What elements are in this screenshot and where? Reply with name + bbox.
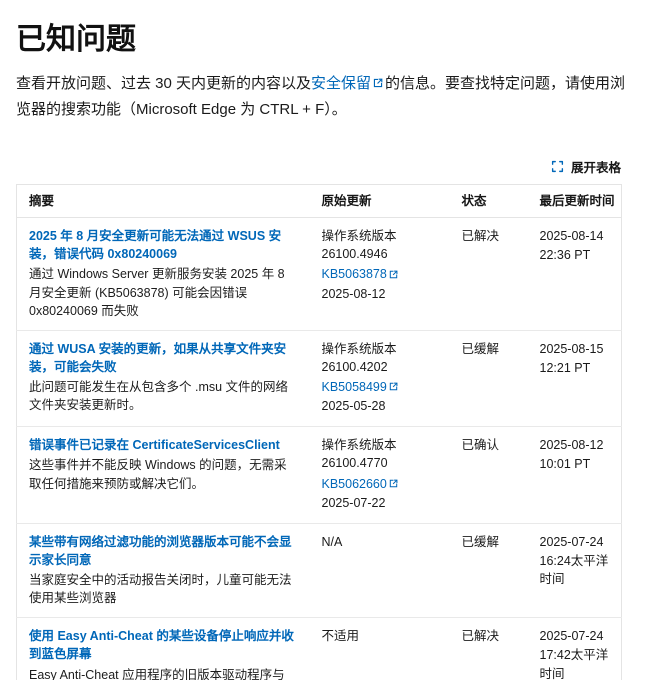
origin-version: 操作系统版本 26100.4770 xyxy=(322,436,438,472)
original-update-cell: N/A xyxy=(310,523,450,618)
updated-time: 22:36 PT xyxy=(540,246,610,264)
origin-date: 2025-07-22 xyxy=(322,494,438,512)
original-update-cell: 不适用 xyxy=(310,618,450,680)
expand-table-button[interactable]: 展开表格 xyxy=(551,155,621,178)
kb-article-link[interactable]: KB5063878 xyxy=(322,267,400,281)
last-updated-cell: 2025-07-2416:24太平洋时间 xyxy=(528,523,622,618)
header-original-update: 原始更新 xyxy=(310,185,450,218)
summary-cell: 2025 年 8 月安全更新可能无法通过 WSUS 安装，错误代码 0x8024… xyxy=(17,218,310,331)
known-issues-table: 摘要 原始更新 状态 最后更新时间 2025 年 8 月安全更新可能无法通过 W… xyxy=(16,184,622,680)
page-title: 已知问题 xyxy=(16,14,644,58)
status-label: 已解决 xyxy=(462,627,516,645)
table-row: 2025 年 8 月安全更新可能无法通过 WSUS 安装，错误代码 0x8024… xyxy=(17,218,622,331)
last-updated-cell: 2025-08-1422:36 PT xyxy=(528,218,622,331)
table-row: 错误事件已记录在 CertificateServicesClient 这些事件并不… xyxy=(17,427,622,524)
external-link-icon xyxy=(373,70,383,96)
summary-cell: 使用 Easy Anti-Cheat 的某些设备停止响应并收到蓝色屏幕 Easy … xyxy=(17,618,310,680)
table-row: 使用 Easy Anti-Cheat 的某些设备停止响应并收到蓝色屏幕 Easy … xyxy=(17,618,622,680)
status-label: 已确认 xyxy=(462,436,516,454)
status-cell: 已解决 xyxy=(450,618,528,680)
origin-kb-line: KB5058499 xyxy=(322,377,438,396)
last-updated-cell: 2025-08-1512:21 PT xyxy=(528,330,622,427)
updated-date: 2025-08-15 xyxy=(540,340,610,358)
summary-cell: 错误事件已记录在 CertificateServicesClient 这些事件并不… xyxy=(17,427,310,524)
updated-date: 2025-07-24 xyxy=(540,627,610,645)
original-update-cell: 操作系统版本 26100.4946 KB5063878 2025-08-12 xyxy=(310,218,450,331)
origin-date: 2025-05-28 xyxy=(322,397,438,415)
table-row: 某些带有网络过滤功能的浏览器版本可能不会显示家长同意当家庭安全中的活动报告关闭时… xyxy=(17,523,622,618)
header-status: 状态 xyxy=(450,185,528,218)
status-label: 已解决 xyxy=(462,227,516,245)
last-updated-cell: 2025-07-2417:42太平洋时间 xyxy=(528,618,622,680)
security-hold-link[interactable]: 安全保留 xyxy=(311,75,385,92)
updated-time: 10:01 PT xyxy=(540,455,610,473)
status-cell: 已解决 xyxy=(450,218,528,331)
issue-title-link[interactable]: 错误事件已记录在 CertificateServicesClient xyxy=(29,438,280,452)
origin-version: N/A xyxy=(322,533,438,551)
updated-date: 2025-08-14 xyxy=(540,227,610,245)
updated-time: 17:42太平洋时间 xyxy=(540,646,610,680)
original-update-cell: 操作系统版本 26100.4202 KB5058499 2025-05-28 xyxy=(310,330,450,427)
origin-kb-line: KB5063878 xyxy=(322,264,438,283)
summary-cell: 通过 WUSA 安装的更新，如果从共享文件夹安装，可能会失败此问题可能发生在从包… xyxy=(17,330,310,427)
table-row: 通过 WUSA 安装的更新，如果从共享文件夹安装，可能会失败此问题可能发生在从包… xyxy=(17,330,622,427)
issue-description: 当家庭安全中的活动报告关闭时，儿童可能无法使用某些浏览器 xyxy=(29,571,298,607)
summary-cell: 某些带有网络过滤功能的浏览器版本可能不会显示家长同意当家庭安全中的活动报告关闭时… xyxy=(17,523,310,618)
issue-description: 这些事件并不能反映 Windows 的问题，无需采取任何措施来预防或解决它们。 xyxy=(29,456,298,492)
issue-description: Easy Anti-Cheat 应用程序的旧版本驱动程序与 Windows 11… xyxy=(29,666,298,680)
updated-time: 12:21 PT xyxy=(540,359,610,377)
intro-paragraph: 查看开放问题、过去 30 天内更新的内容以及安全保留的信息。要查找特定问题，请使… xyxy=(16,70,632,123)
updated-date: 2025-07-24 xyxy=(540,533,610,551)
original-update-cell: 操作系统版本 26100.4770 KB5062660 2025-07-22 xyxy=(310,427,450,524)
origin-version: 操作系统版本 26100.4946 xyxy=(322,227,438,263)
issue-title-link[interactable]: 2025 年 8 月安全更新可能无法通过 WSUS 安装，错误代码 0x8024… xyxy=(29,229,281,261)
issue-description: 此问题可能发生在从包含多个 .msu 文件的网络文件夹安装更新时。 xyxy=(29,378,298,414)
status-cell: 已缓解 xyxy=(450,330,528,427)
external-link-icon xyxy=(389,377,398,395)
updated-date: 2025-08-12 xyxy=(540,436,610,454)
issue-title-link[interactable]: 使用 Easy Anti-Cheat 的某些设备停止响应并收到蓝色屏幕 xyxy=(29,629,294,661)
header-last-updated: 最后更新时间 xyxy=(528,185,622,218)
external-link-icon xyxy=(389,264,398,282)
intro-text-before: 查看开放问题、过去 30 天内更新的内容以及 xyxy=(16,75,311,92)
kb-article-label: KB5058499 xyxy=(322,380,387,394)
kb-article-link[interactable]: KB5062660 xyxy=(322,477,400,491)
kb-article-label: KB5063878 xyxy=(322,267,387,281)
status-cell: 已缓解 xyxy=(450,523,528,618)
table-toolbar: 展开表格 xyxy=(16,155,621,178)
expand-icon xyxy=(551,160,564,173)
updated-time: 16:24太平洋时间 xyxy=(540,552,610,588)
issue-title-link[interactable]: 通过 WUSA 安装的更新，如果从共享文件夹安装，可能会失败 xyxy=(29,342,286,374)
origin-version: 操作系统版本 26100.4202 xyxy=(322,340,438,376)
last-updated-cell: 2025-08-1210:01 PT xyxy=(528,427,622,524)
expand-table-label: 展开表格 xyxy=(571,157,621,176)
table-header-row: 摘要 原始更新 状态 最后更新时间 xyxy=(17,185,622,218)
issue-title-link[interactable]: 某些带有网络过滤功能的浏览器版本可能不会显示家长同意 xyxy=(29,535,292,567)
origin-date: 2025-08-12 xyxy=(322,285,438,303)
kb-article-link[interactable]: KB5058499 xyxy=(322,380,400,394)
origin-version: 不适用 xyxy=(322,627,438,645)
status-label: 已缓解 xyxy=(462,533,516,551)
known-issues-page: 已知问题 查看开放问题、过去 30 天内更新的内容以及安全保留的信息。要查找特定… xyxy=(0,14,660,680)
status-label: 已缓解 xyxy=(462,340,516,358)
status-cell: 已确认 xyxy=(450,427,528,524)
security-hold-link-label: 安全保留 xyxy=(311,75,371,92)
issue-description: 通过 Windows Server 更新服务安装 2025 年 8 月安全更新 … xyxy=(29,265,298,319)
kb-article-label: KB5062660 xyxy=(322,477,387,491)
origin-kb-line: KB5062660 xyxy=(322,474,438,493)
external-link-icon xyxy=(389,474,398,492)
header-summary: 摘要 xyxy=(17,185,310,218)
